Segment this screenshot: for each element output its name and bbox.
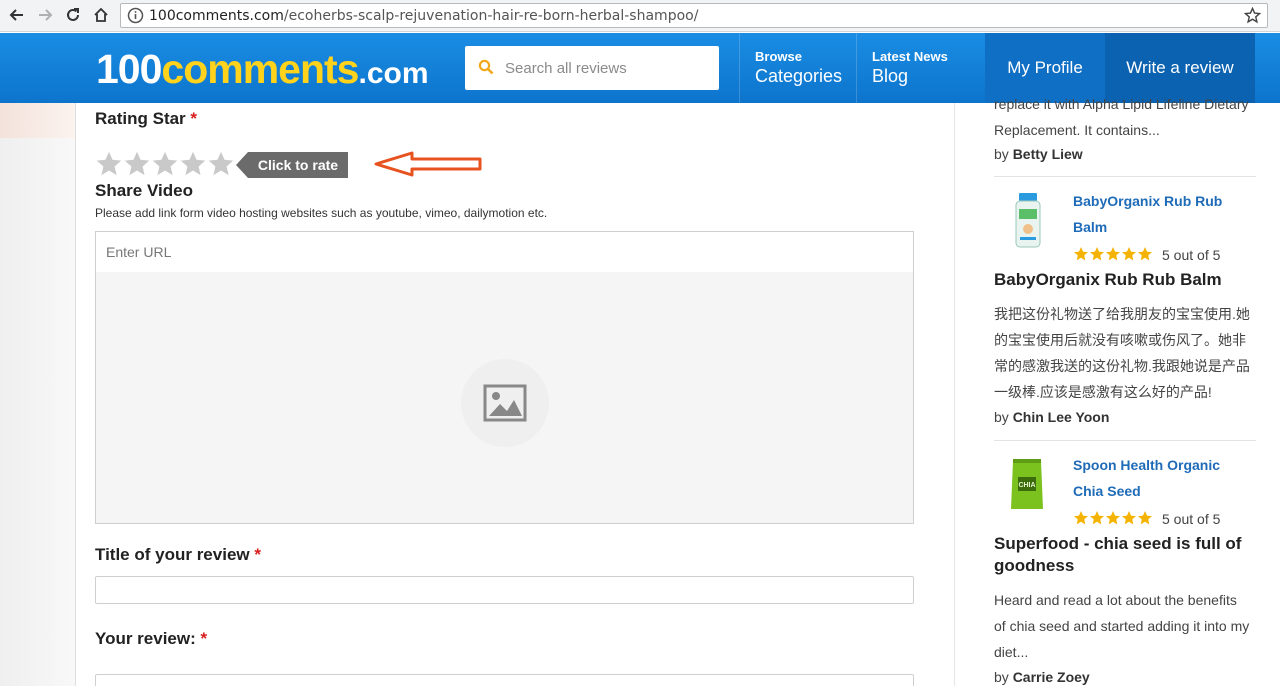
search-box: [465, 46, 719, 90]
product-rating-stars: [1073, 246, 1153, 262]
product-score: 5 out of 5: [1162, 511, 1221, 527]
reload-icon[interactable]: [62, 4, 84, 26]
video-preview-area: [95, 272, 914, 524]
star-icon: [1090, 511, 1104, 525]
product-score: 5 out of 5: [1162, 247, 1221, 263]
browser-toolbar: 100comments.com/ecoherbs-scalp-rejuvenat…: [0, 0, 1280, 32]
review-author: by Carrie Zoey: [994, 669, 1090, 685]
image-placeholder: [461, 359, 549, 447]
star-icon: [1074, 511, 1088, 525]
nav-browse-categories[interactable]: Browse Categories: [739, 33, 857, 103]
rating-star-label: Rating Star *: [95, 109, 198, 128]
rating-stars[interactable]: [95, 150, 235, 178]
review-excerpt: 我把这份礼物送了给我朋友的宝宝使用.她的宝宝使用后就没有咳嗽或伤风了。她非常的感…: [994, 306, 1250, 400]
star-icon: [1138, 511, 1152, 525]
review-excerpt: replace it with Alpha Lipid Lifeline Die…: [994, 96, 1249, 138]
video-url-field: [95, 231, 914, 273]
nav-news-big: Blog: [872, 66, 909, 86]
url-text: 100comments.com/ecoherbs-scalp-rejuvenat…: [149, 8, 699, 24]
your-review-label: Your review: *: [95, 629, 208, 648]
forward-arrow-icon[interactable]: [34, 4, 56, 26]
review-author: by Chin Lee Yoon: [994, 409, 1110, 425]
review-title[interactable]: BabyOrganix Rub Rub Balm: [994, 269, 1254, 291]
my-profile-label: My Profile: [1007, 58, 1083, 77]
recent-reviews-sidebar: replace it with Alpha Lipid Lifeline Die…: [955, 96, 1280, 686]
review-author: by Betty Liew: [994, 146, 1083, 162]
annotation-arrow-icon: [374, 151, 482, 177]
product-link[interactable]: BabyOrganix Rub Rub Balm: [1073, 188, 1243, 240]
rating-star-icon[interactable]: [95, 150, 123, 178]
page-background: [0, 103, 75, 686]
star-icon: [1090, 247, 1104, 261]
star-icon: [1106, 247, 1120, 261]
bookmark-star-icon[interactable]: [1244, 7, 1261, 24]
star-icon: [1122, 511, 1136, 525]
address-bar[interactable]: 100comments.com/ecoherbs-scalp-rejuvenat…: [120, 3, 1268, 28]
nav-news-small: Latest News: [872, 49, 948, 64]
star-icon: [1074, 247, 1088, 261]
rating-star-icon[interactable]: [179, 150, 207, 178]
star-icon: [1138, 247, 1152, 261]
search-input[interactable]: [505, 46, 710, 90]
rating-star-icon[interactable]: [123, 150, 151, 178]
product-thumbnail[interactable]: CHIA: [1009, 457, 1045, 513]
review-title[interactable]: Superfood - chia seed is full of goodnes…: [994, 533, 1254, 577]
review-title-label: Title of your review *: [95, 545, 261, 564]
search-icon[interactable]: [478, 59, 494, 75]
divider: [994, 440, 1256, 441]
rating-star-icon[interactable]: [207, 150, 235, 178]
info-icon[interactable]: [127, 7, 144, 24]
rating-star-icon[interactable]: [151, 150, 179, 178]
star-icon: [1122, 247, 1136, 261]
site-logo[interactable]: 100comments.com: [96, 46, 429, 93]
video-help-text: Please add link form video hosting websi…: [95, 206, 548, 220]
nav-browse-big: Categories: [755, 66, 843, 86]
star-icon: [1106, 511, 1120, 525]
product-rating-stars: [1073, 510, 1153, 526]
share-video-label: Share Video: [95, 181, 193, 200]
product-thumbnail[interactable]: [1011, 193, 1045, 249]
home-icon[interactable]: [90, 4, 112, 26]
review-body-textarea[interactable]: [95, 674, 914, 686]
nav-latest-news[interactable]: Latest News Blog: [856, 33, 986, 103]
video-url-input[interactable]: [96, 232, 913, 272]
nav-browse-small: Browse: [755, 49, 802, 64]
divider: [994, 176, 1256, 177]
back-arrow-icon[interactable]: [6, 4, 28, 26]
write-review-label: Write a review: [1126, 58, 1234, 77]
image-icon: [483, 384, 527, 422]
svg-text:CHIA: CHIA: [1018, 482, 1035, 489]
product-link[interactable]: Spoon Health Organic Chia Seed: [1073, 452, 1243, 504]
review-title-input[interactable]: [95, 576, 914, 604]
review-excerpt: Heard and read a lot about the benefits …: [994, 592, 1250, 660]
